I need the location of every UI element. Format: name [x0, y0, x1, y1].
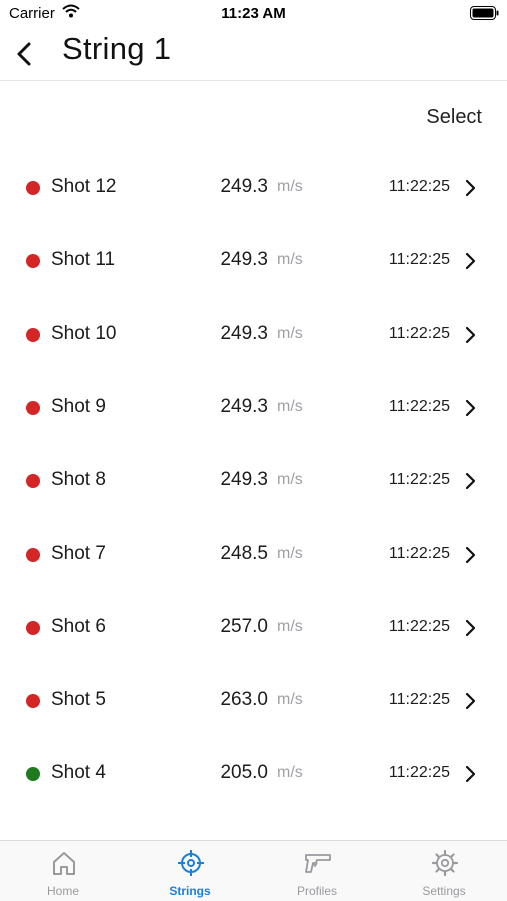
chevron-right-icon [465, 252, 476, 270]
shot-velocity: 249.3 [220, 249, 268, 270]
velocity-unit: m/s [277, 618, 303, 635]
tab-strings[interactable]: Strings [127, 841, 253, 901]
chevron-right-icon [465, 179, 476, 197]
status-dot-icon [26, 621, 40, 635]
chevron-right-icon [465, 692, 476, 710]
chevron-right-icon [465, 472, 476, 490]
velocity-unit: m/s [277, 251, 303, 268]
shot-timestamp: 11:22:25 [388, 618, 450, 635]
chevron-right-icon [465, 619, 476, 637]
shot-timestamp: 11:22:25 [388, 251, 450, 268]
chevron-right-icon [465, 765, 476, 783]
status-dot-icon [26, 767, 40, 781]
tab-bar: Home Strings Profiles Settings [0, 840, 507, 901]
velocity-unit: m/s [277, 178, 303, 195]
shot-name: Shot 11 [51, 249, 116, 270]
shot-velocity: 263.0 [220, 689, 268, 710]
tab-home-label: Home [46, 884, 79, 898]
status-dot-icon [26, 474, 40, 488]
shot-row[interactable]: Shot 4 205.0 m/s 11:22:25 [0, 737, 507, 810]
shot-list: Shot 12 249.3 m/s 11:22:25 Shot 11 249.3 m/s 11… [0, 151, 507, 840]
shot-name: Shot 10 [51, 323, 117, 344]
shot-velocity: 249.3 [220, 396, 268, 417]
shot-row[interactable]: Shot 12 249.3 m/s 11:22:25 [0, 151, 507, 224]
shot-timestamp: 11:22:25 [388, 178, 450, 195]
status-dot-icon [26, 254, 40, 268]
shot-row[interactable]: Shot 7 248.5 m/s 11:22:25 [0, 518, 507, 591]
battery-icon [470, 6, 499, 20]
shot-timestamp: 11:22:25 [388, 471, 450, 488]
tab-profiles-label: Profiles [296, 884, 337, 898]
shot-name: Shot 4 [51, 762, 106, 783]
shot-name: Shot 12 [51, 176, 117, 197]
crosshair-icon [178, 850, 204, 876]
status-dot-icon [26, 694, 40, 708]
tab-profiles[interactable]: Profiles [254, 841, 380, 901]
select-button[interactable]: Select [426, 106, 482, 129]
shot-name: Shot 9 [51, 396, 106, 417]
navigation-bar: String 1 [0, 28, 507, 81]
shot-timestamp: 11:22:25 [388, 764, 450, 781]
tab-home[interactable]: Home [0, 841, 126, 901]
shot-name: Shot 8 [51, 469, 106, 490]
shot-velocity: 248.5 [220, 543, 268, 564]
chevron-right-icon [465, 546, 476, 564]
chevron-right-icon [465, 399, 476, 417]
status-dot-icon [26, 401, 40, 415]
chevron-right-icon [465, 326, 476, 344]
shot-velocity: 205.0 [220, 762, 268, 783]
status-dot-icon [26, 328, 40, 342]
velocity-unit: m/s [277, 471, 303, 488]
shot-row[interactable]: Shot 5 263.0 m/s 11:22:25 [0, 664, 507, 737]
shot-row[interactable]: Shot 10 249.3 m/s 11:22:25 [0, 298, 507, 371]
shot-timestamp: 11:22:25 [388, 691, 450, 708]
status-bar: Carrier 11:23 AM [0, 0, 507, 28]
tab-settings[interactable]: Settings [381, 841, 507, 901]
velocity-unit: m/s [277, 398, 303, 415]
status-time: 11:23 AM [221, 5, 286, 22]
shot-velocity: 249.3 [220, 176, 268, 197]
shot-name: Shot 7 [51, 543, 106, 564]
velocity-unit: m/s [277, 325, 303, 342]
shot-row[interactable]: Shot 11 249.3 m/s 11:22:25 [0, 224, 507, 297]
shot-timestamp: 11:22:25 [388, 545, 450, 562]
status-dot-icon [26, 181, 40, 195]
back-chevron-icon[interactable] [14, 40, 36, 68]
shot-timestamp: 11:22:25 [388, 398, 450, 415]
status-dot-icon [26, 548, 40, 562]
page-title: String 1 [62, 31, 172, 66]
velocity-unit: m/s [277, 545, 303, 562]
home-icon [53, 852, 75, 875]
shot-row[interactable]: Shot 8 249.3 m/s 11:22:25 [0, 444, 507, 517]
shot-row[interactable]: Shot 6 257.0 m/s 11:22:25 [0, 591, 507, 664]
gear-icon [431, 849, 459, 877]
shot-name: Shot 6 [51, 616, 106, 637]
tab-strings-label: Strings [169, 884, 211, 898]
shot-velocity: 249.3 [220, 323, 268, 344]
tab-settings-label: Settings [422, 884, 466, 898]
velocity-unit: m/s [277, 691, 303, 708]
velocity-unit: m/s [277, 764, 303, 781]
shot-row[interactable]: Shot 9 249.3 m/s 11:22:25 [0, 371, 507, 444]
shot-velocity: 249.3 [220, 469, 268, 490]
pistol-icon [305, 854, 331, 873]
shot-velocity: 257.0 [220, 616, 268, 637]
shot-name: Shot 5 [51, 689, 106, 710]
shot-timestamp: 11:22:25 [388, 325, 450, 342]
